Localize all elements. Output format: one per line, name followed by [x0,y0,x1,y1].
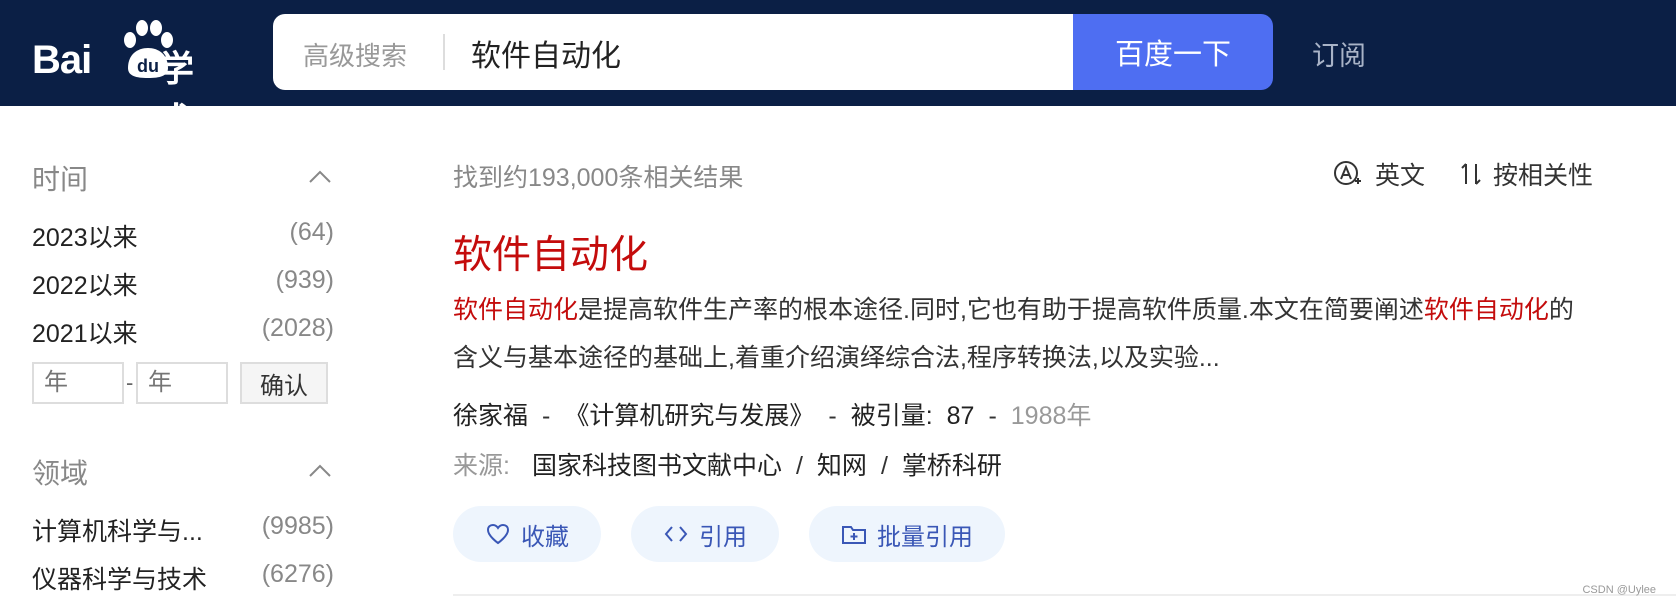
svg-text:du: du [137,56,159,76]
year-range-dash: - [126,370,134,395]
abstract-highlight: 软件自动化 [453,296,579,324]
subscribe-link[interactable]: 订阅 [1312,34,1366,73]
sort-icon [1461,163,1481,185]
source-link[interactable]: 掌桥科研 [902,452,1002,480]
result-meta: 徐家福 - 《计算机研究与发展》 - 被引量: 87-1988年 [453,396,1091,432]
filter-count: (6276) [261,560,334,588]
collect-button[interactable]: 收藏 [453,506,601,562]
time-filter-item[interactable]: 2021以来 (2028) [32,306,334,354]
author-link[interactable]: 徐家福 [453,402,528,430]
field-filter-header[interactable]: 领域 [32,444,334,504]
logo-xueshu-text: 学术 [158,48,197,141]
baidu-xueshu-logo[interactable]: Bai du 学术 [32,18,232,141]
filter-count: (939) [275,266,334,294]
translate-icon [1334,161,1361,185]
abstract-text: 是提高软件生产率的根本途径.同时,它也有助于提高软件质量.本文在简要阐述 [578,296,1424,324]
folder-add-icon [842,526,866,544]
time-filter-item[interactable]: 2022以来 (939) [32,258,334,306]
english-filter-label: 英文 [1375,162,1426,190]
sort-by-relevance-toggle[interactable]: 按相关性 [1459,156,1593,192]
filter-label: 2022以来 [32,272,138,300]
filter-sidebar: 时间 2023以来 (64) 2022以来 (939) 2021以来 (2028… [32,150,334,600]
batch-cite-label: 批量引用 [877,523,973,551]
field-filter-title: 领域 [32,458,89,489]
english-filter-toggle[interactable]: 英文 [1333,156,1425,192]
search-divider [443,34,445,70]
sort-label: 按相关性 [1493,162,1594,190]
cited-count[interactable]: 87 [947,402,975,430]
search-box: 高级搜索 [273,14,1073,90]
filter-count: (9985) [261,512,334,540]
result-title-link[interactable]: 软件自动化 [453,224,648,280]
result-abstract: 软件自动化是提高软件生产率的根本途径.同时,它也有助于提高软件质量.本文在简要阐… [453,286,1593,382]
chevron-up-icon[interactable] [308,168,332,184]
field-filter-item[interactable]: 仪器科学与技术 (6276) [32,552,334,600]
source-separator: / [795,452,803,480]
source-separator: / [880,452,888,480]
source-link[interactable]: 知网 [817,452,867,480]
filter-label: 仪器科学与技术 [32,566,208,594]
batch-cite-button[interactable]: 批量引用 [809,506,1005,562]
cite-button[interactable]: 引用 [631,506,779,562]
result-actions: 收藏 引用 批量引用 [453,506,1005,562]
time-filter-item[interactable]: 2023以来 (64) [32,210,334,258]
year-from-input[interactable] [32,362,124,404]
search-button[interactable]: 百度一下 [1073,14,1273,90]
logo-bai-text: Bai [32,38,92,82]
top-bar: Bai du 学术 高级搜索 百度一下 订阅 [0,0,1676,141]
filter-label: 2023以来 [32,224,138,252]
advanced-search-link[interactable]: 高级搜索 [303,36,407,73]
search-input[interactable] [469,26,1053,80]
publication-year: 1988年 [1010,402,1092,430]
meta-separator: - [828,402,837,430]
year-to-input[interactable] [136,362,228,404]
filter-label: 2021以来 [32,320,138,348]
year-range-row: - 确认 [32,362,334,422]
result-count: 找到约193,000条相关结果 [453,164,744,192]
time-filter-title: 时间 [32,164,89,195]
filter-count: (2028) [261,314,334,342]
meta-separator: - [988,402,997,430]
source-link[interactable]: 国家科技图书文献中心 [532,452,782,480]
cited-label: 被引量: [850,402,933,430]
heart-icon [486,523,510,545]
meta-separator: - [542,402,551,430]
abstract-highlight: 软件自动化 [1423,296,1549,324]
watermark: CSDN @Uylee [1582,584,1656,596]
field-filter-item[interactable]: 计算机科学与... (9985) [32,504,334,552]
cite-label: 引用 [699,523,747,551]
journal-link[interactable]: 《计算机研究与发展》 [564,402,814,430]
filter-label: 计算机科学与... [32,518,203,546]
year-confirm-button[interactable]: 确认 [240,362,328,404]
collect-label: 收藏 [521,523,569,551]
result-sources: 来源: 国家科技图书文献中心 / 知网 / 掌桥科研 [453,446,1002,482]
source-label: 来源: [453,452,510,480]
filter-count: (64) [289,218,334,246]
chevron-up-icon[interactable] [308,462,332,478]
time-filter-header[interactable]: 时间 [32,150,334,210]
code-icon [664,526,688,542]
result-divider [453,594,1676,596]
